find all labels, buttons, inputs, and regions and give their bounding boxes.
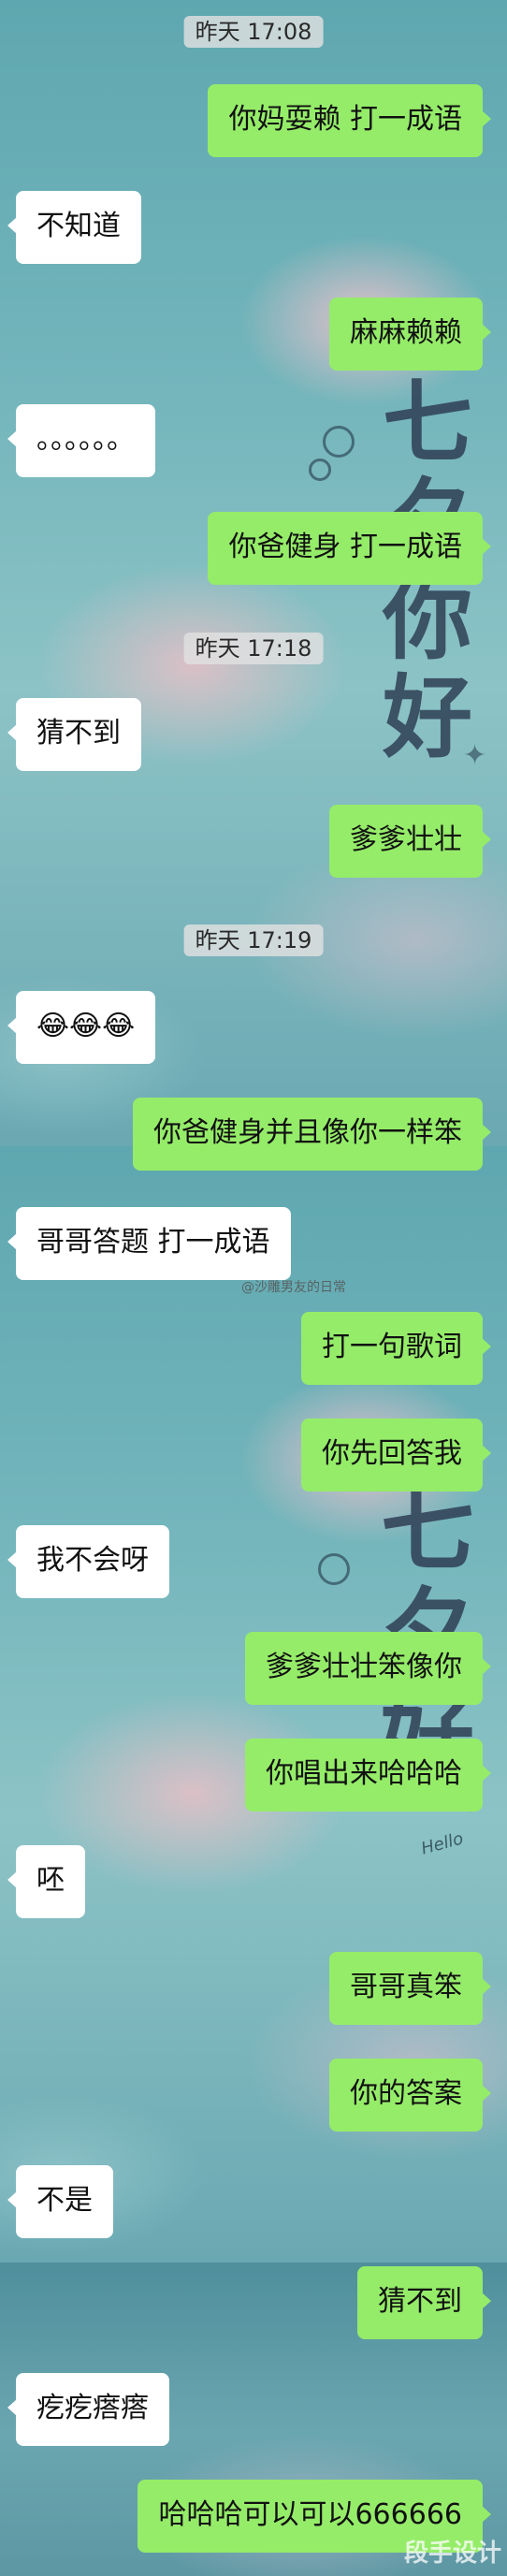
chat-bubble-received[interactable]: 不知道	[7, 191, 141, 264]
chat-bubble-sent[interactable]: 猜不到	[357, 2266, 491, 2339]
chat-bubble-received[interactable]: 哥哥答题 打一成语	[7, 1207, 291, 1280]
chat-bubble-sent[interactable]: 哥哥真笨	[329, 1952, 491, 2025]
timestamp: 昨天 17:18	[183, 633, 324, 664]
chat-bubble-sent[interactable]: 你妈耍赖 打一成语	[208, 84, 491, 157]
corner-watermark: 段手设计	[403, 2540, 501, 2568]
chat-bubble-received[interactable]: 呸	[7, 1845, 85, 1918]
wallpaper-circle-icon	[318, 1553, 350, 1585]
chat-bubble-received[interactable]: 疙疙瘩瘩	[7, 2373, 169, 2446]
chat-bubble-sent[interactable]: 你爸健身 打一成语	[208, 512, 491, 585]
wallpaper-star-icon: ✦	[463, 739, 487, 772]
chat-bubble-sent[interactable]: 打一句歌词	[301, 1312, 491, 1385]
chat-bubble-sent[interactable]: 爹爹壮壮笨像你	[245, 1632, 491, 1705]
chat-bubble-received[interactable]: 😂😂😂	[7, 991, 156, 1064]
chat-bubble-received[interactable]: 猜不到	[7, 698, 141, 771]
chat-bubble-sent[interactable]: 你先回答我	[301, 1419, 491, 1492]
chat-bubble-sent[interactable]: 你的答案	[329, 2059, 491, 2132]
chat-bubble-sent[interactable]: 麻麻赖赖	[329, 298, 491, 371]
chat-bubble-received[interactable]: 我不会呀	[7, 1525, 169, 1598]
chat-bubble-received[interactable]: 不是	[7, 2165, 113, 2238]
wallpaper-circle-icon	[323, 426, 355, 458]
chat-bubble-received[interactable]: 。。。。。。	[7, 404, 155, 477]
chat-bubble-sent[interactable]: 你唱出来哈哈哈	[245, 1739, 491, 1812]
wallpaper-circle-icon	[309, 458, 331, 481]
source-watermark: @沙雕男友的日常	[241, 1280, 346, 1295]
timestamp: 昨天 17:19	[183, 924, 324, 956]
chat-bubble-sent[interactable]: 你爸健身并且像你一样笨	[133, 1098, 491, 1171]
chat-bubble-sent[interactable]: 爹爹壮壮	[329, 805, 491, 878]
timestamp: 昨天 17:08	[183, 16, 324, 48]
